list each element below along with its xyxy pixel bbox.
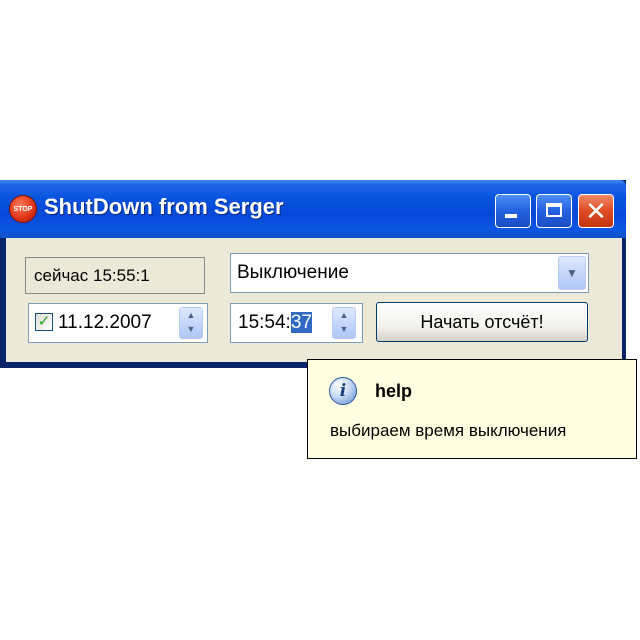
spin-down-icon[interactable]: ▼: [333, 322, 355, 336]
spin-down-icon[interactable]: ▼: [180, 322, 202, 336]
stop-sign-text: STOP: [13, 205, 33, 213]
spin-up-icon[interactable]: ▲: [333, 308, 355, 322]
action-select-value: Выключение: [237, 262, 349, 283]
start-countdown-label: Начать отсчёт!: [420, 311, 544, 332]
maximize-icon: [546, 203, 562, 217]
app-window: STOP ShutDown from Serger ✕ сейчас 15:55…: [0, 180, 626, 368]
tooltip-title: help: [375, 381, 413, 401]
time-seconds-selected[interactable]: 37: [290, 312, 312, 333]
maximize-button[interactable]: [536, 194, 572, 228]
chevron-down-icon: ▼: [566, 266, 578, 280]
date-spinner[interactable]: ▲ ▼: [179, 307, 203, 339]
date-enable-checkbox[interactable]: ✓: [35, 313, 53, 331]
window-title: ShutDown from Serger: [44, 194, 284, 219]
minimize-icon: [505, 214, 517, 218]
current-time-label: сейчас 15:55:1: [25, 257, 205, 294]
current-time-text: сейчас 15:55:1: [34, 265, 150, 285]
date-picker[interactable]: ✓ 11.12.2007 ▲ ▼: [28, 303, 208, 343]
start-countdown-button[interactable]: Начать отсчёт!: [376, 302, 588, 342]
info-icon-glyph: i: [339, 381, 347, 401]
dropdown-arrow-button[interactable]: ▼: [558, 256, 586, 290]
tooltip-text: выбираем время выключения: [330, 421, 567, 440]
time-picker[interactable]: 15:54:37 ▲ ▼: [230, 303, 363, 343]
time-value[interactable]: 15:54:37: [238, 304, 312, 342]
minimize-button[interactable]: [495, 194, 531, 228]
close-icon: ✕: [585, 196, 607, 226]
close-button[interactable]: ✕: [578, 194, 614, 228]
client-area: сейчас 15:55:1 Выключение ▼ ✓ 11.12.2007…: [6, 238, 622, 362]
stop-sign-icon[interactable]: STOP: [9, 195, 37, 223]
title-bar[interactable]: STOP ShutDown from Serger ✕: [0, 180, 626, 238]
action-select[interactable]: Выключение ▼: [230, 253, 589, 293]
time-value-prefix: 15:54:: [238, 312, 291, 333]
time-spinner[interactable]: ▲ ▼: [332, 307, 356, 339]
help-tooltip: i help выбираем время выключения: [307, 359, 637, 459]
spin-up-icon[interactable]: ▲: [180, 308, 202, 322]
date-value[interactable]: 11.12.2007: [58, 304, 152, 342]
info-icon: i: [329, 377, 357, 405]
check-icon: ✓: [37, 313, 51, 330]
